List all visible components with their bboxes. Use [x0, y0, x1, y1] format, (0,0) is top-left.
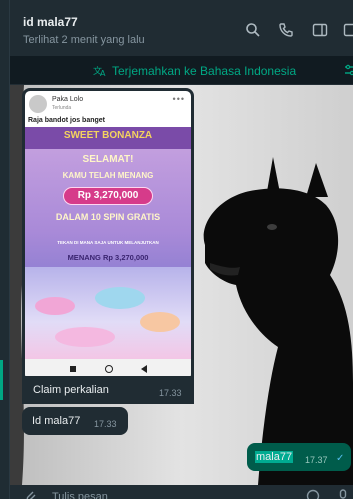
promo-congrats: SELAMAT! [82, 154, 134, 165]
image-message-bubble[interactable]: Paka Lolo Terlunda ••• Raja bandot jos b… [22, 88, 194, 404]
message-time: 17.37 [305, 455, 328, 465]
message-input[interactable]: Tulis pesan [52, 491, 108, 499]
promo-banner: SWEET BONANZA SELAMAT! KAMU TELAH MENANG… [25, 127, 191, 359]
home-icon [105, 365, 113, 373]
phone-icon[interactable] [278, 22, 294, 38]
read-receipt-icon: ✓ [336, 453, 345, 464]
search-icon[interactable] [245, 22, 261, 38]
contact-info-icon[interactable] [343, 22, 353, 38]
message-time: 17.33 [94, 419, 117, 429]
message-text: Id mala77 [32, 415, 81, 427]
translate-button[interactable]: 文 A Terjemahkan ke Bahasa Indonesia [93, 64, 296, 78]
promo-free-spins: DALAM 10 SPIN GRATIS [55, 212, 161, 222]
promo-win-total: MENANG Rp 3,270,000 [67, 253, 149, 262]
back-icon [141, 365, 147, 373]
post-caption: Raja bandot jos banget [28, 117, 106, 124]
message-text: Claim perkalian [33, 384, 109, 396]
message-composer[interactable]: Tulis pesan [10, 485, 353, 499]
app-nav-rail [0, 0, 10, 499]
incoming-message-bubble[interactable]: Id mala77 17.33 [22, 407, 128, 435]
emoji-icon[interactable] [306, 489, 320, 499]
sidebar-toggle-icon[interactable] [312, 22, 328, 38]
chat-area[interactable]: Paka Lolo Terlunda ••• Raja bandot jos b… [10, 85, 353, 485]
promo-tap-to-continue: TEKAN DI MANA SAJA UNTUK MELANJUTKAN [57, 240, 159, 245]
last-seen-status: Terlihat 2 menit yang lalu [23, 34, 145, 46]
post-author: Paka Lolo [52, 96, 84, 103]
chat-header[interactable]: id mala77 Terlihat 2 menit yang lalu [10, 0, 353, 56]
post-author-sub: Terlunda [52, 105, 72, 111]
contact-name[interactable]: id mala77 [23, 15, 78, 29]
message-text: mala77 [255, 451, 294, 463]
promo-candy-landscape [25, 267, 191, 359]
promo-amount: Rp 3,270,000 [77, 190, 139, 201]
active-chat-indicator [0, 360, 3, 400]
recent-apps-icon [70, 366, 76, 372]
attach-icon[interactable] [24, 489, 38, 499]
promo-brand-logo: SWEET BONANZA [63, 130, 153, 141]
image-caption-bubble[interactable]: Claim perkalian 17.33 [22, 376, 194, 404]
message-time: 17.33 [159, 388, 182, 398]
microphone-icon[interactable] [336, 489, 350, 499]
svg-text:A: A [100, 69, 106, 77]
more-options-icon: ••• [172, 94, 185, 104]
translate-icon: 文 A [93, 65, 106, 77]
promo-won-text: KAMU TELAH MENANG [62, 171, 154, 180]
translate-label: Terjemahkan ke Bahasa Indonesia [112, 64, 297, 78]
outgoing-message-bubble[interactable]: mala77 17.37 ✓ [247, 443, 351, 471]
avatar [29, 95, 47, 113]
shared-post-screenshot[interactable]: Paka Lolo Terlunda ••• Raja bandot jos b… [25, 91, 191, 379]
translate-bar: 文 A Terjemahkan ke Bahasa Indonesia [10, 56, 353, 85]
translate-options-icon[interactable] [343, 63, 353, 77]
